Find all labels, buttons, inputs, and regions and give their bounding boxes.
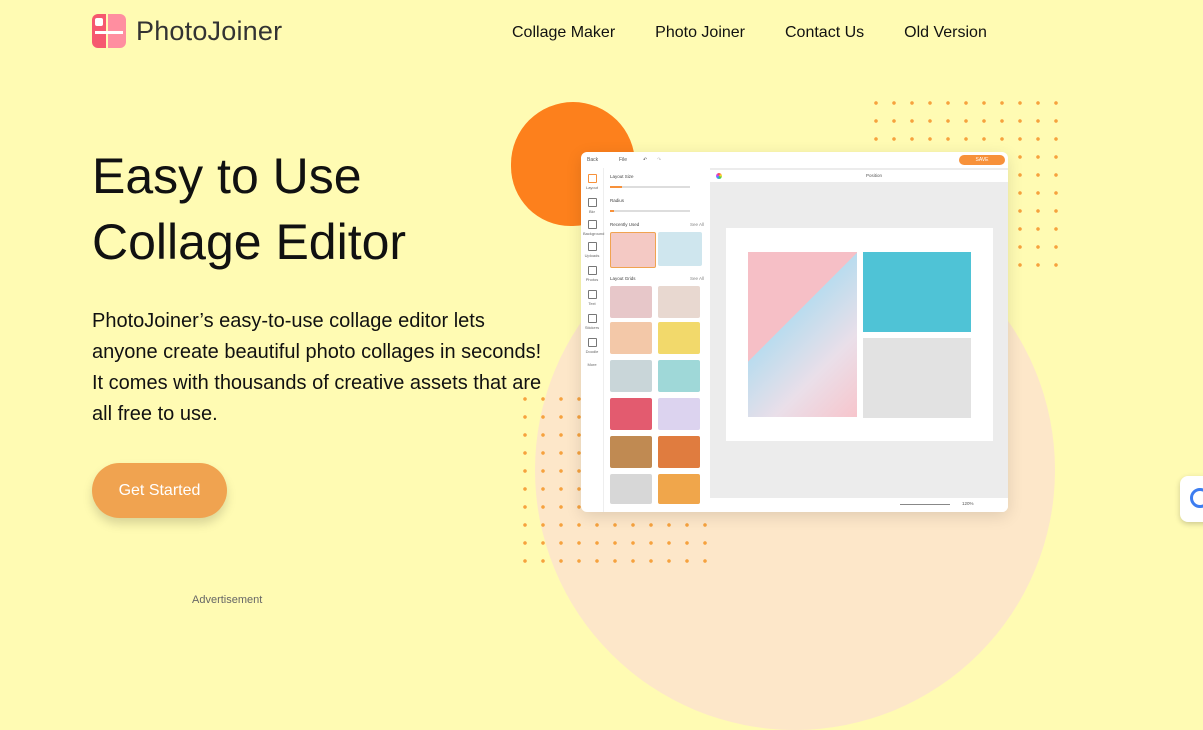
sidebar-item-uploads: Uploads [583, 242, 601, 258]
layout-grid-thumb [610, 398, 652, 430]
nav-photo-joiner[interactable]: Photo Joiner [655, 24, 745, 42]
editor-bottombar: 120% [710, 498, 1008, 512]
floating-widget-button[interactable] [1180, 476, 1203, 522]
main-nav: Collage Maker Photo Joiner Contact Us Ol… [512, 24, 987, 42]
layout-grid-thumb [610, 286, 652, 318]
layout-grid-thumb [610, 436, 652, 468]
recently-used-label: Recently Used [610, 222, 640, 227]
editor-save-badge: SAVE [959, 155, 1005, 165]
zoom-slider [900, 504, 950, 505]
editor-toolbar: Position [710, 170, 1008, 182]
brand-logo[interactable]: PhotoJoiner [92, 14, 282, 48]
sidebar-item-text: Text [583, 290, 601, 306]
layout-grid-thumb [658, 286, 700, 318]
hero-title: Easy to Use Collage Editor [92, 143, 406, 275]
get-started-button[interactable]: Get Started [92, 463, 227, 518]
recent-layout-thumb [658, 232, 702, 266]
refresh-icon [1190, 488, 1203, 508]
editor-layout-panel: Layout Size Radius Recently Used See All… [606, 170, 706, 510]
collage-photo-hand [863, 252, 971, 332]
advertisement-label: Advertisement [192, 594, 263, 606]
editor-preview-image: Back File ↶ ↷ SAVE Layout Bkr Background… [581, 152, 1008, 512]
layout-grid-thumb [610, 474, 652, 504]
layout-grid-thumb [658, 360, 700, 392]
photojoiner-logo-icon [92, 14, 126, 48]
sidebar-item-bkr: Bkr [583, 198, 601, 214]
radius-slider [610, 210, 690, 212]
layout-grid-thumb [658, 436, 700, 468]
layout-grid-thumb [610, 360, 652, 392]
radius-label: Radius [610, 198, 625, 203]
sidebar-item-photos: Photos [583, 266, 601, 282]
layout-grid-thumb [658, 398, 700, 430]
position-label: Position [866, 173, 883, 178]
sidebar-item-doodle: Doodle [583, 338, 601, 354]
layout-size-label: Layout Size [610, 174, 634, 179]
layout-grids-label: Layout Grids [610, 276, 636, 281]
collage-photo-product [863, 338, 971, 418]
recent-layout-thumb [610, 232, 656, 268]
undo-icon: ↶ [643, 157, 648, 163]
sidebar-item-background: Background [583, 220, 604, 236]
sidebar-item-more: More [587, 362, 597, 367]
editor-file-label: File [619, 157, 628, 163]
editor-back-label: Back [587, 157, 599, 163]
editor-topbar: Back File ↶ ↷ SAVE [581, 152, 1008, 168]
sidebar-item-stickers: Stickers [583, 314, 601, 330]
hero-title-line2: Collage Editor [92, 214, 407, 270]
nav-contact-us[interactable]: Contact Us [785, 24, 864, 42]
color-wheel-icon [716, 173, 722, 179]
layout-size-slider [610, 186, 690, 188]
see-all-link: See All [690, 276, 705, 281]
brand-name: PhotoJoiner [136, 15, 283, 46]
collage-preview [726, 228, 993, 441]
redo-icon: ↷ [657, 157, 662, 163]
layout-grid-thumb [658, 474, 700, 504]
editor-sidebar: Layout Bkr Background Uploads Photos Tex… [581, 168, 604, 512]
nav-collage-maker[interactable]: Collage Maker [512, 24, 615, 42]
sidebar-item-layout: Layout [583, 174, 601, 190]
nav-old-version[interactable]: Old Version [904, 24, 987, 42]
see-all-link: See All [690, 222, 705, 227]
zoom-level: 120% [962, 501, 974, 506]
hero-description: PhotoJoiner’s easy-to-use collage editor… [92, 310, 542, 425]
layout-grid-thumb [658, 322, 700, 354]
layout-grid-thumb [610, 322, 652, 354]
hero-title-line1: Easy to Use [92, 148, 362, 204]
collage-photo-woman [748, 252, 857, 417]
